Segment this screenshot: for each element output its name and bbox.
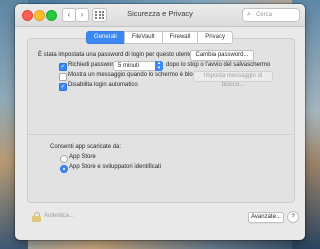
radio-app-store-identified-label: App Store e sviluppatori identificati xyxy=(69,164,162,170)
authenticate-label[interactable]: Autentica... xyxy=(44,213,74,219)
tab-bar: Generali FileVault Firewall Privacy xyxy=(15,31,305,44)
tab-generali[interactable]: Generali xyxy=(86,31,125,44)
require-password-delay-select[interactable]: 5 minuti ▴ ▾ xyxy=(113,61,163,71)
require-password-checkbox[interactable]: ✓ xyxy=(59,63,67,71)
show-message-checkbox[interactable] xyxy=(59,73,67,81)
lock-icon[interactable] xyxy=(32,212,41,222)
preferences-window: ‹ › Sicurezza e Privacy ⌕ Cerca Generali… xyxy=(15,4,305,240)
chevron-updown-icon: ▴ ▾ xyxy=(155,61,163,71)
require-password-label: Richiedi password xyxy=(68,62,117,68)
radio-app-store-identified[interactable] xyxy=(60,165,68,173)
select-value: 5 minuti xyxy=(118,63,140,69)
search-icon: ⌕ xyxy=(247,11,251,18)
show-message-label: Mostra un messaggio quando lo schermo è … xyxy=(68,72,208,78)
disable-auto-login-label: Disabilita login automatico xyxy=(68,82,138,88)
section-divider xyxy=(27,134,293,135)
search-input[interactable]: ⌕ Cerca xyxy=(242,8,300,22)
tab-filevault[interactable]: FileVault xyxy=(123,31,163,44)
disable-auto-login-checkbox[interactable]: ✓ xyxy=(59,83,67,91)
help-button[interactable]: ? xyxy=(287,211,299,223)
set-lock-message-button[interactable]: Imposta messaggio di blocco... xyxy=(193,71,273,88)
radio-app-store[interactable] xyxy=(60,155,68,163)
tab-firewall[interactable]: Firewall xyxy=(161,31,199,44)
tab-privacy[interactable]: Privacy xyxy=(197,31,233,44)
allow-apps-heading: Consenti app scaricate da: xyxy=(50,144,122,150)
require-password-suffix: dopo lo stop o l'avvio del salvaschermo xyxy=(166,62,271,68)
password-set-text: È stata impostata una password di login … xyxy=(38,52,193,58)
search-placeholder: Cerca xyxy=(256,12,273,18)
advanced-button[interactable]: Avanzate... xyxy=(248,212,284,223)
change-password-button[interactable]: Cambia password... xyxy=(190,50,254,61)
title-bar: ‹ › Sicurezza e Privacy ⌕ Cerca xyxy=(15,4,305,27)
radio-app-store-label: App Store xyxy=(69,154,96,160)
